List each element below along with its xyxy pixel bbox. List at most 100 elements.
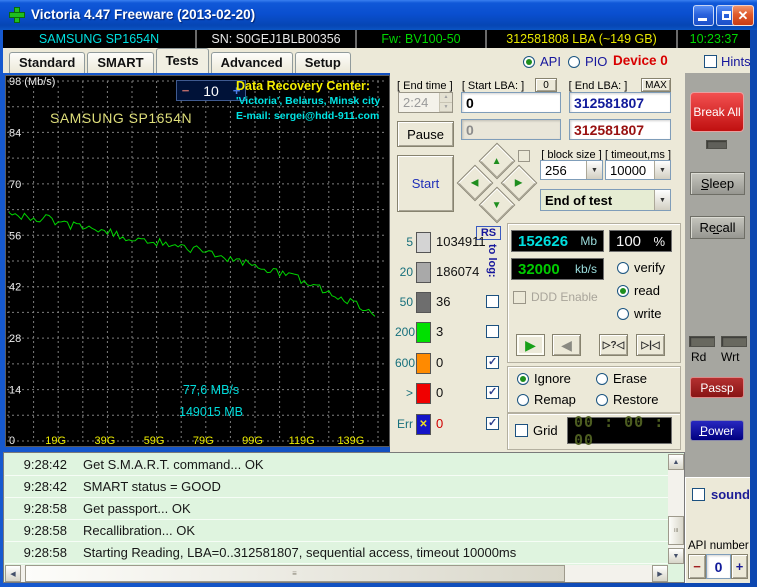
scan-stats-overlay: 77,6 MB/s 149015 MB [131, 379, 291, 423]
bin-color-block [416, 292, 431, 313]
timeout-select[interactable]: 10000 ▼ [605, 160, 671, 180]
end-action-value: End of test [545, 193, 612, 208]
write-radio[interactable] [617, 308, 629, 320]
end-action-select[interactable]: End of test ▼ [540, 189, 671, 211]
block-size-select[interactable]: 256 ▼ [540, 160, 603, 180]
left-triangle-icon: ◀ [471, 177, 479, 188]
bin-to-log-checkbox[interactable] [486, 356, 499, 369]
sleep-button[interactable]: Sleep [690, 172, 745, 195]
nav-checkbox[interactable] [518, 150, 530, 162]
right-triangle-icon: ▶ [515, 177, 523, 188]
seek-limit-button[interactable]: ▷|◁ [636, 334, 665, 356]
recall-hotkey-underline [713, 233, 719, 234]
api-minus-button[interactable]: − [688, 554, 706, 579]
end-lba-max-button[interactable]: MAX [641, 78, 671, 92]
verify-radio[interactable] [617, 262, 629, 274]
bin-to-log-checkbox[interactable] [486, 386, 499, 399]
break-indicator-led [706, 140, 727, 149]
end-time-label: [ End time ] [397, 80, 452, 92]
log-h-scrollbar[interactable]: ◀ ≡ ▶ [5, 565, 668, 582]
recall-button[interactable]: Recall [690, 216, 745, 239]
restore-radio[interactable] [596, 394, 608, 406]
break-all-button[interactable]: Break All [690, 92, 744, 132]
percent-display: 100 % [609, 230, 672, 252]
scroll-down-button[interactable]: ▼ [668, 548, 684, 564]
seek-error-button[interactable]: ▷?◁ [599, 334, 628, 356]
tab-list: StandardSMARTTestsAdvancedSetup [9, 48, 351, 73]
v-scroll-thumb[interactable]: ≡ [668, 516, 684, 545]
passp-button[interactable]: Passp [690, 377, 744, 398]
ddd-label: DDD Enable [531, 290, 598, 304]
close-button[interactable]: ✕ [732, 5, 754, 26]
bin-label: > [395, 386, 413, 400]
sound-panel: sound API number − 0 + [685, 477, 750, 583]
log-time: 9:28:42 [5, 457, 67, 472]
drive-serial: SN: S0GEJ1BLB00356 [197, 30, 357, 48]
mb-display: 152626 Mb [511, 230, 604, 252]
tab-standard[interactable]: Standard [9, 52, 85, 73]
start-lba-input[interactable]: 0 [461, 92, 561, 113]
end-lba-field-2: 312581807 [569, 119, 671, 140]
log-message: Recallibration... OK [83, 523, 195, 538]
end-lba-input[interactable]: 312581807 [569, 92, 671, 113]
sound-checkbox[interactable] [692, 488, 705, 501]
play-button[interactable]: ▶ [516, 334, 545, 356]
down-triangle-icon: ▼ [492, 200, 502, 211]
bin-to-log-checkbox[interactable] [486, 417, 499, 430]
svg-text:39G: 39G [95, 435, 116, 446]
scroll-right-button[interactable]: ▶ [652, 565, 668, 582]
thumb-grip-icon: ≡ [671, 528, 680, 534]
remap-radio[interactable] [517, 394, 529, 406]
bin-to-log-checkbox[interactable] [486, 325, 499, 338]
tab-smart[interactable]: SMART [87, 52, 153, 73]
log-message: SMART status = GOOD [83, 479, 221, 494]
scroll-left-button[interactable]: ◀ [5, 565, 21, 582]
scroll-up-icon: ▲ [673, 459, 680, 466]
bin-label: 600 [395, 356, 413, 370]
api-plus-button[interactable]: + [731, 554, 748, 579]
up-triangle-icon: ▲ [492, 156, 502, 167]
end-time-spin-buttons[interactable]: ▲▼ [439, 93, 452, 112]
end-time-spinner: 2:24 ▲▼ [398, 92, 453, 113]
scroll-right-icon: ▶ [657, 570, 662, 578]
start-button[interactable]: Start [397, 155, 454, 212]
h-scroll-thumb[interactable]: ≡ [25, 565, 565, 582]
ddd-checkbox[interactable] [513, 291, 526, 304]
svg-text:0: 0 [9, 435, 15, 446]
tab-setup[interactable]: Setup [295, 52, 351, 73]
graph-panel: 98 (Mb/s)847056422814019G39G59G79G99G119… [5, 75, 390, 447]
timer-display: 00 : 00 : 00 [567, 417, 672, 444]
zoom-minus-button[interactable]: − [177, 83, 194, 98]
minimize-button[interactable] [693, 5, 714, 26]
scroll-up-button[interactable]: ▲ [668, 454, 684, 470]
svg-text:70: 70 [9, 179, 21, 191]
tab-tests[interactable]: Tests [156, 48, 209, 73]
read-radio[interactable] [617, 285, 629, 297]
api-radio[interactable] [523, 56, 535, 68]
log-panel: 9:28:42Get S.M.A.R.T. command... OK9:28:… [3, 452, 685, 583]
combo-arrow-icon: ▼ [654, 161, 670, 179]
pause-button[interactable]: Pause [397, 121, 454, 147]
svg-text:59G: 59G [144, 435, 165, 446]
log-row: 9:28:58Recallibration... OK [5, 520, 668, 542]
grid-checkbox[interactable] [515, 424, 528, 437]
bin-to-log-checkbox[interactable] [486, 295, 499, 308]
svg-text:79G: 79G [193, 435, 214, 446]
tab-advanced[interactable]: Advanced [211, 52, 293, 73]
log-message: Starting Reading, LBA=0..312581807, sequ… [83, 545, 516, 560]
bin-value: 36 [436, 294, 450, 309]
bin-row-Err: Err✕0 [395, 414, 505, 436]
hints-checkbox[interactable] [704, 55, 717, 68]
log-v-scrollbar[interactable]: ▲ ≡ ▼ [668, 454, 684, 564]
banner-line-2: 'Victoria', Belarus, Minsk city [236, 94, 388, 109]
rewind-button[interactable]: ◀ [552, 334, 581, 356]
log-list: 9:28:42Get S.M.A.R.T. command... OK9:28:… [5, 454, 668, 564]
power-button[interactable]: Power [690, 420, 744, 441]
pio-radio[interactable] [568, 56, 580, 68]
ignore-radio[interactable] [517, 373, 529, 385]
erase-radio[interactable] [596, 373, 608, 385]
minimize-icon [698, 18, 707, 21]
bin-label: 5 [395, 235, 413, 249]
start-lba-zero-button[interactable]: 0 [535, 78, 557, 92]
bin-color-block [416, 262, 431, 283]
